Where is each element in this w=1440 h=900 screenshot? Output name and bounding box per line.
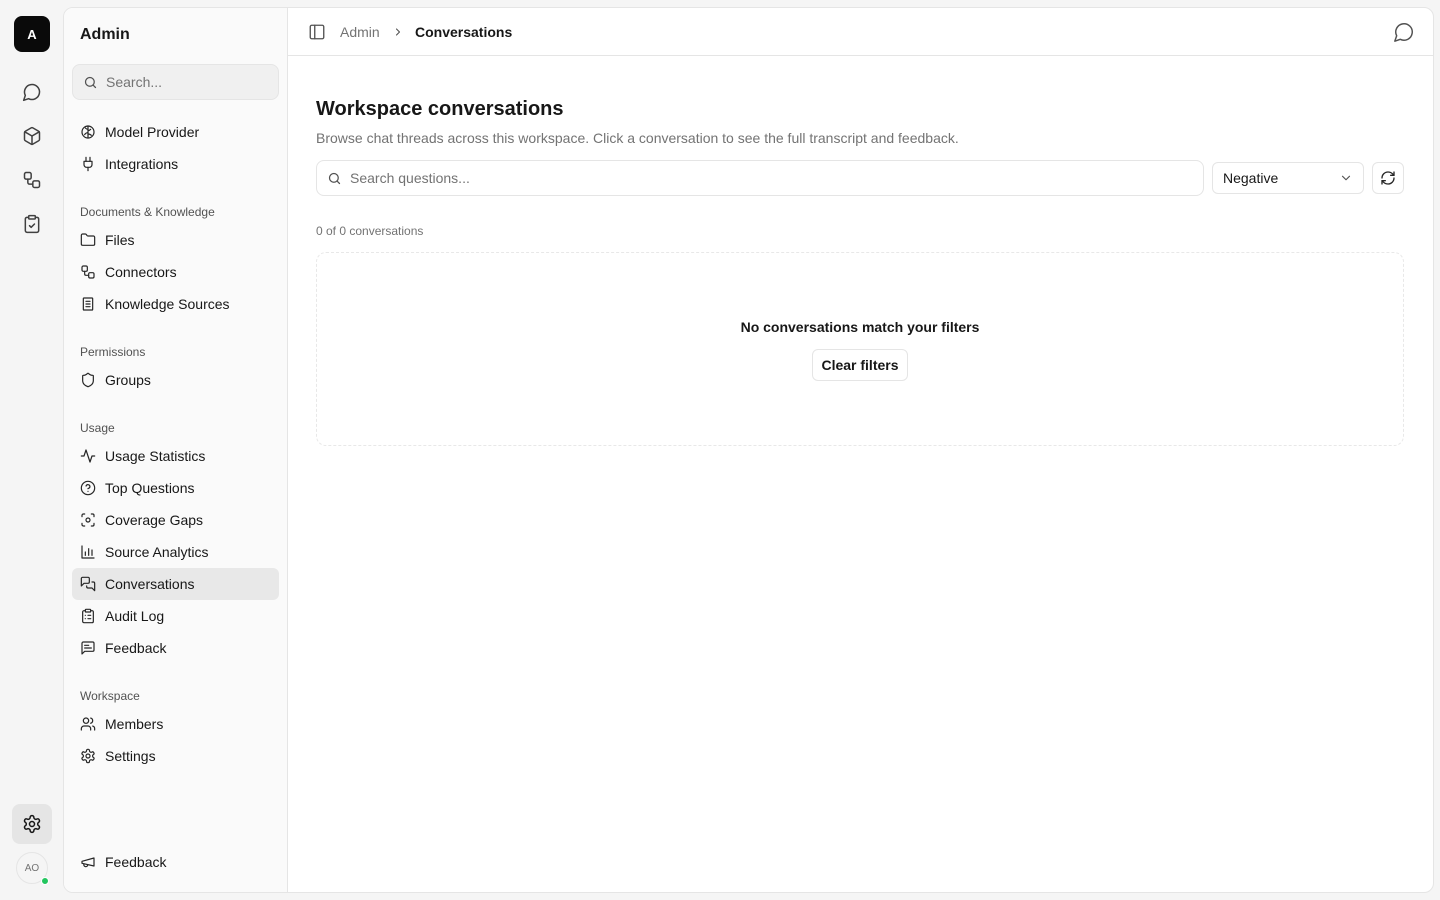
- sidebar-item-top-questions[interactable]: Top Questions: [72, 472, 279, 504]
- rail-admin-settings-button[interactable]: [12, 804, 52, 844]
- section-label-workspace: Workspace: [80, 689, 140, 703]
- box-icon: [23, 126, 41, 146]
- sidebar-item-settings[interactable]: Settings: [72, 740, 279, 772]
- sidebar-item-label: Feedback: [105, 854, 167, 870]
- sidebar-item-label: Coverage Gaps: [105, 512, 204, 528]
- sidebar-item-label: Members: [105, 716, 164, 732]
- chevron-down-icon: [1341, 175, 1351, 181]
- sidebar-item-conversations[interactable]: Conversations: [72, 568, 279, 600]
- page-subtitle: Browse chat threads across this workspac…: [316, 130, 959, 146]
- sidebar-item-label: Conversations: [105, 576, 195, 592]
- empty-state: No conversations match your filters Clea…: [316, 252, 1404, 446]
- workspace-logo[interactable]: A: [14, 16, 50, 52]
- message-square-text-icon: [81, 641, 95, 655]
- messages-icon: [80, 576, 96, 592]
- main-content: Workspace conversations Browse chat thre…: [288, 56, 1433, 892]
- sidebar-item-label: Connectors: [105, 264, 177, 280]
- sidebar-item-feedback[interactable]: Feedback: [72, 632, 279, 664]
- sidebar-search-input[interactable]: [106, 74, 266, 90]
- bar-chart-icon: [81, 545, 95, 559]
- search-icon: [84, 76, 97, 88]
- sidebar-item-source-analytics[interactable]: Source Analytics: [72, 536, 279, 568]
- sidebar-item-usage-statistics[interactable]: Usage Statistics: [72, 440, 279, 472]
- activity-icon: [80, 449, 96, 463]
- sidebar-item-label: Top Questions: [105, 480, 195, 496]
- breadcrumb-root[interactable]: Admin: [340, 24, 380, 40]
- empty-state-title: No conversations match your filters: [740, 319, 980, 335]
- sidebar-item-files[interactable]: Files: [72, 224, 279, 256]
- help-circle-icon: [80, 480, 96, 496]
- sidebar-item-members[interactable]: Members: [72, 708, 279, 740]
- refresh-icon: [1381, 171, 1395, 185]
- sidebar-item-label: Model Provider: [105, 124, 200, 140]
- sidebar-toggle-icon[interactable]: [308, 23, 326, 41]
- megaphone-icon: [81, 857, 95, 868]
- app-rail: A AO: [0, 0, 64, 900]
- workflow-icon: [23, 171, 41, 189]
- app-root: A AO Admin Search... Model Provider Inte…: [0, 0, 1440, 900]
- rail-workflow-button[interactable]: [14, 162, 50, 198]
- sidebar-item-groups[interactable]: Groups: [72, 364, 279, 396]
- search-icon: [328, 172, 341, 184]
- gear-icon: [81, 748, 95, 764]
- sidebar-item-label: Knowledge Sources: [105, 296, 230, 312]
- chevron-right-icon: [395, 28, 401, 36]
- sidebar-item-audit-log[interactable]: Audit Log: [72, 600, 279, 632]
- scan-icon: [81, 513, 95, 527]
- gear-icon: [23, 814, 41, 834]
- clipboard-list-icon: [82, 608, 94, 624]
- feedback-filter-select[interactable]: Negative: [1212, 162, 1364, 194]
- workflow-icon: [81, 265, 95, 279]
- conversation-count: 0 of 0 conversations: [316, 224, 424, 238]
- sidebar-item-label: Settings: [105, 748, 156, 764]
- sidebar-item-label: Integrations: [105, 156, 179, 172]
- sidebar-item-knowledge-sources[interactable]: Knowledge Sources: [72, 288, 279, 320]
- section-label-documents: Documents & Knowledge: [80, 205, 215, 219]
- chat-icon[interactable]: [1393, 21, 1415, 43]
- admin-sidebar: Admin Model Provider Integrations Docume…: [64, 8, 288, 892]
- sidebar-item-label: Groups: [105, 372, 151, 388]
- refresh-button[interactable]: [1372, 162, 1404, 194]
- question-search-input[interactable]: [350, 170, 1190, 186]
- sidebar-footer-feedback[interactable]: Feedback: [72, 846, 279, 878]
- clear-filters-button[interactable]: Clear filters: [812, 349, 908, 381]
- online-status-dot: [41, 877, 49, 885]
- topbar: Admin Conversations: [288, 8, 1433, 56]
- clipboard-check-icon: [24, 214, 40, 234]
- sidebar-item-integrations[interactable]: Integrations: [72, 148, 279, 180]
- page-title: Workspace conversations: [316, 98, 564, 120]
- sidebar-item-connectors[interactable]: Connectors: [72, 256, 279, 288]
- sidebar-item-model-provider[interactable]: Model Provider: [72, 116, 279, 148]
- breadcrumb-current: Conversations: [415, 24, 513, 40]
- question-search[interactable]: [316, 160, 1204, 196]
- sidebar-item-coverage-gaps[interactable]: Coverage Gaps: [72, 504, 279, 536]
- sidebar-item-label: Files: [105, 232, 135, 248]
- section-label-permissions: Permissions: [80, 345, 146, 359]
- sidebar-item-label: Feedback: [105, 640, 167, 656]
- sidebar-title: Admin: [80, 26, 130, 43]
- rail-box-button[interactable]: [14, 118, 50, 154]
- users-icon: [80, 717, 96, 731]
- sidebar-search[interactable]: [72, 64, 279, 100]
- folder-icon: [80, 233, 96, 246]
- sidebar-item-label: Audit Log: [105, 608, 165, 624]
- section-label-usage: Usage: [80, 421, 115, 435]
- rail-chat-button[interactable]: [14, 74, 50, 110]
- main-card: Admin Model Provider Integrations Docume…: [63, 7, 1434, 893]
- chat-icon: [22, 83, 41, 102]
- sidebar-item-label: Usage Statistics: [105, 448, 206, 464]
- sidebar-item-label: Source Analytics: [105, 544, 209, 560]
- plug-icon: [83, 156, 93, 172]
- shield-icon: [82, 372, 94, 388]
- filter-select-value: Negative: [1223, 170, 1279, 186]
- book-icon: [82, 297, 94, 311]
- brain-icon: [81, 125, 95, 139]
- rail-tasks-button[interactable]: [14, 206, 50, 242]
